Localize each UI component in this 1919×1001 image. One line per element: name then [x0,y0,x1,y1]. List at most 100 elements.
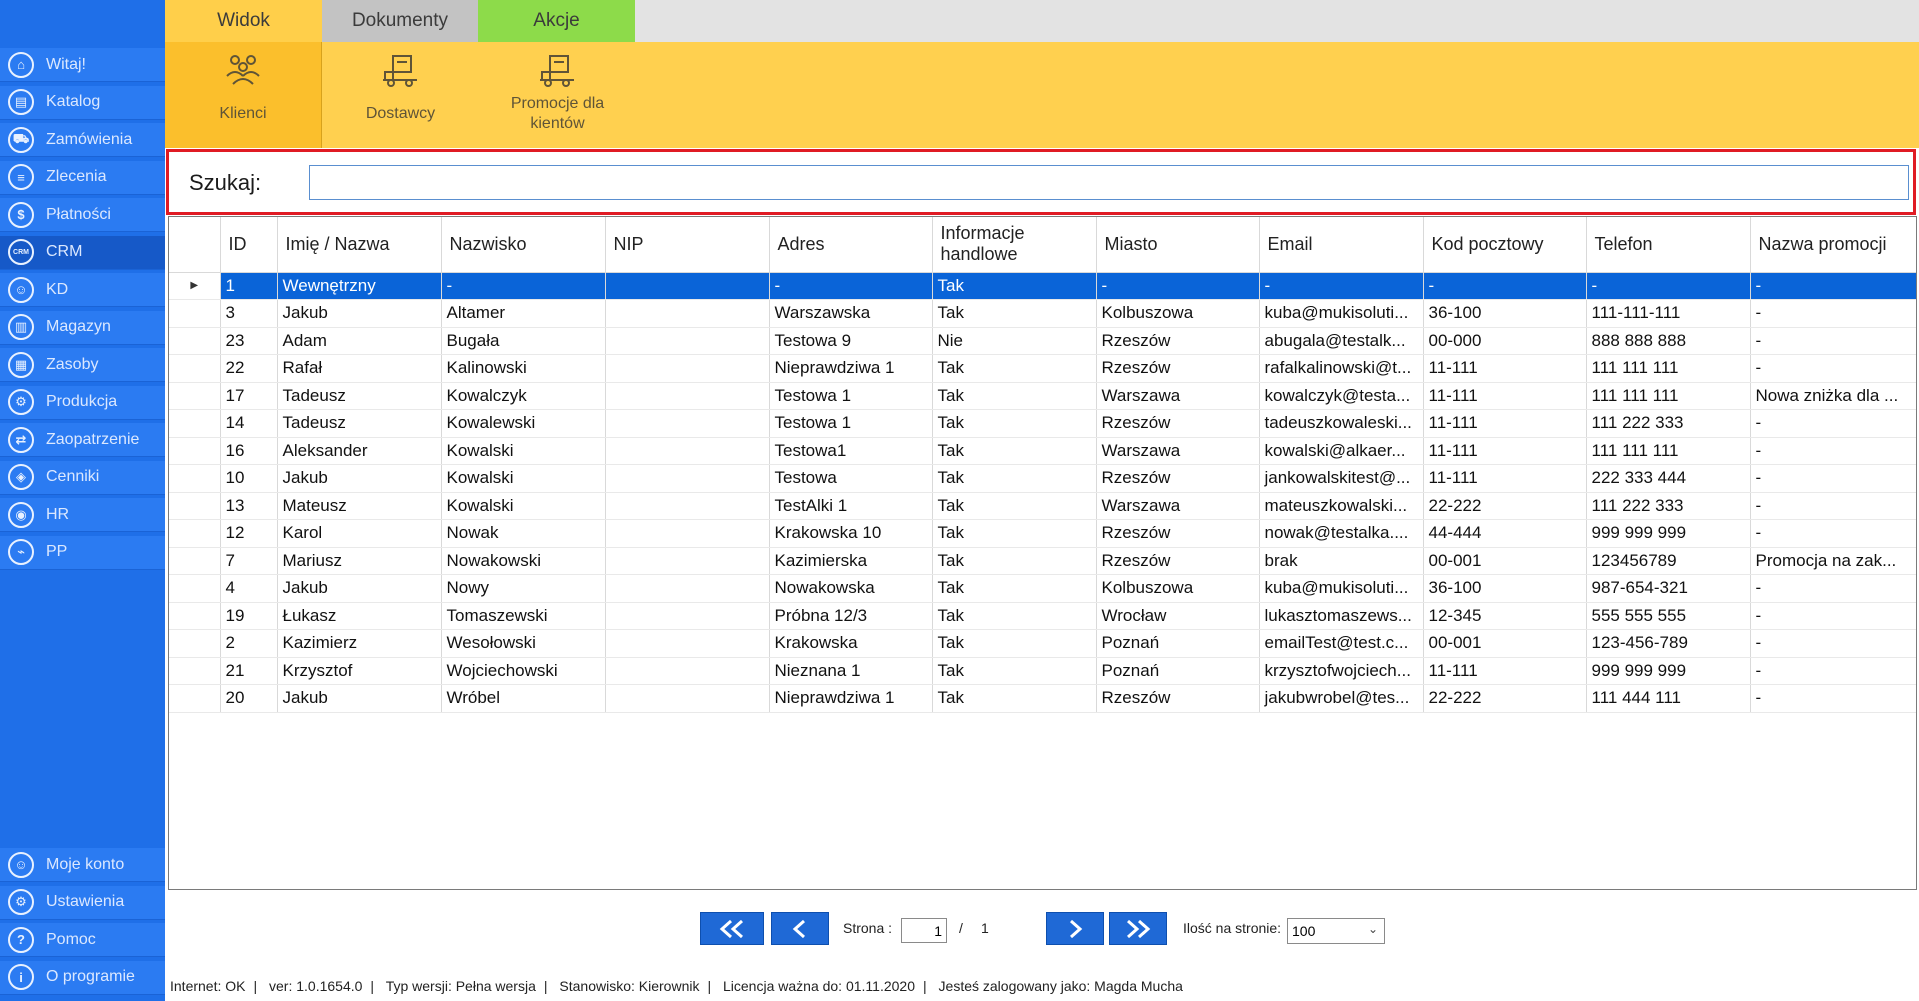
sidebar-item-magazyn[interactable]: ▥ Magazyn [0,310,165,345]
search-label: Szukaj: [189,170,262,195]
table-cell: 00-001 [1423,629,1587,658]
table-row[interactable]: 16 Aleksander Kowalski Testowa1 Tak Warszawa k… [169,437,1916,465]
first-page-button[interactable] [700,912,764,945]
row-indicator[interactable] [169,382,221,410]
last-page-button[interactable] [1109,912,1167,945]
tab-widok[interactable]: Widok [165,0,322,42]
table-cell: Tak [932,629,1097,658]
sidebar-item-moje-konto[interactable]: ☺ Moje konto [0,848,165,882]
row-indicator[interactable] [169,327,221,355]
sidebar-item-zasoby[interactable]: ▦ Zasoby [0,348,165,382]
promo-truck-icon [539,55,574,87]
table-cell: 111 222 333 [1586,492,1751,520]
row-indicator[interactable] [169,299,221,328]
table-cell: 36-100 [1423,574,1587,603]
column-header[interactable]: Miasto [1096,217,1260,273]
search-input[interactable] [309,165,1909,200]
next-page-button[interactable] [1046,912,1104,945]
dostawcy-button[interactable]: Dostawcy [322,42,479,148]
row-indicator[interactable] [169,547,221,575]
sidebar-item-hr[interactable]: ◉ HR [0,498,165,532]
dollar-icon: $ [8,201,34,228]
row-indicator[interactable] [169,657,221,685]
table-cell [605,574,770,603]
klienci-button[interactable]: Klienci [165,42,322,148]
sidebar-item-zamówienia[interactable]: ⛟ Zamówienia [0,123,165,157]
table-row[interactable]: 4 Jakub Nowy Nowakowska Tak Kolbuszowa kuba@mu… [169,574,1916,603]
sidebar-item-płatności[interactable]: $ Płatności [0,198,165,232]
row-indicator[interactable] [169,519,221,548]
sidebar-item-kd[interactable]: ☺ KD [0,273,165,307]
row-indicator[interactable] [169,464,221,493]
column-header[interactable]: Adres [769,217,933,273]
table-row[interactable]: 12 Karol Nowak Krakowska 10 Tak Rzeszów nowak@… [169,519,1916,548]
table-row[interactable]: 3 Jakub Altamer Warszawska Tak Kolbuszowa kuba… [169,299,1916,328]
row-indicator[interactable] [169,574,221,603]
row-indicator[interactable] [169,492,221,520]
table-cell [605,464,770,493]
table-cell: Tak [932,409,1097,438]
table-row[interactable]: 2 Kazimierz Wesołowski Krakowska Tak Poznań em… [169,629,1916,658]
column-header[interactable]: Email [1259,217,1424,273]
column-header[interactable]: NIP [605,217,770,273]
row-indicator[interactable] [169,354,221,383]
sidebar-item-zaopatrzenie[interactable]: ⇄ Zaopatrzenie [0,423,165,457]
row-indicator[interactable] [169,684,221,713]
table-cell: 00-000 [1423,327,1587,355]
table-cell [605,409,770,438]
table-row[interactable]: 20 Jakub Wróbel Nieprawdziwa 1 Tak Rzeszów jak… [169,684,1916,713]
sidebar-item-o-programie[interactable]: i O programie [0,960,165,995]
sidebar-item-pp[interactable]: ⌁ PP [0,535,165,570]
tab-akcje[interactable]: Akcje [478,0,635,42]
table-cell: abugala@testalk... [1259,327,1424,355]
table-row[interactable]: 22 Rafał Kalinowski Nieprawdziwa 1 Tak Rzeszó… [169,354,1916,383]
chevron-right-icon [1070,919,1083,938]
column-header[interactable]: Telefon [1586,217,1751,273]
table-cell: Warszawa [1096,492,1260,520]
table-cell [605,657,770,685]
sidebar-item-label: CRM [46,243,83,260]
tab-dokumenty[interactable]: Dokumenty [322,0,478,42]
table-cell: 44-444 [1423,519,1587,548]
table-row[interactable]: 21 Krzysztof Wojciechowski Nieznana 1 Tak Poz… [169,657,1916,685]
row-indicator[interactable] [169,602,221,630]
table-row[interactable]: 23 Adam Bugała Testowa 9 Nie Rzeszów abugala@t… [169,327,1916,355]
row-indicator[interactable] [169,409,221,438]
table-cell: Testowa 1 [769,382,933,410]
promocje-button[interactable]: Promocje dla kientów [479,42,636,148]
sidebar-item-katalog[interactable]: ▤ Katalog [0,85,165,120]
table-row[interactable]: 10 Jakub Kowalski Testowa Tak Rzeszów jankowal… [169,464,1916,493]
sidebar-item-crm[interactable]: CRM CRM [0,235,165,270]
table-row[interactable]: 7 Mariusz Nowakowski Kazimierska Tak Rzeszów b… [169,547,1916,575]
per-page-select[interactable]: 100 ⌄ [1287,918,1385,944]
table-row[interactable]: 13 Mateusz Kowalski TestAlki 1 Tak Warszawa ma… [169,492,1916,520]
row-indicator[interactable] [169,437,221,465]
table-row[interactable]: 14 Tadeusz Kowalewski Testowa 1 Tak Rzeszów ta… [169,409,1916,438]
table-cell: 10 [220,464,278,493]
column-header[interactable]: Kod pocztowy [1423,217,1587,273]
table-cell: 16 [220,437,278,465]
column-header[interactable]: Imię / Nazwa [277,217,442,273]
column-header[interactable]: Informacje handlowe [932,217,1097,273]
sidebar-item-witaj![interactable]: ⌂ Witaj! [0,48,165,82]
table-row[interactable]: 17 Tadeusz Kowalczyk Testowa 1 Tak Warszawa ko… [169,382,1916,410]
table-row[interactable]: 19 Łukasz Tomaszewski Próbna 12/3 Tak Wrocław… [169,602,1916,630]
table-cell: nowak@testalka.... [1259,519,1424,548]
sidebar-item-ustawienia[interactable]: ⚙ Ustawienia [0,885,165,920]
sidebar-item-produkcja[interactable]: ⚙ Produkcja [0,385,165,420]
table-cell: 111 111 111 [1586,354,1751,383]
current-row-arrow-icon[interactable]: ▶ [169,272,221,300]
table-cell: Promocja na zak... [1750,547,1916,575]
crm-icon: CRM [8,239,34,265]
sidebar-item-zlecenia[interactable]: ≡ Zlecenia [0,160,165,195]
prev-page-button[interactable] [771,912,829,945]
sidebar-item-cenniki[interactable]: ◈ Cenniki [0,460,165,495]
column-header[interactable]: Nazwisko [441,217,606,273]
sidebar-item-pomoc[interactable]: ? Pomoc [0,923,165,957]
column-header[interactable]: ID [220,217,278,273]
page-number-input[interactable] [901,918,947,943]
table-row[interactable]: ▶ 1 Wewnętrzny - - Tak - - - - - [169,272,1916,300]
row-indicator[interactable] [169,629,221,658]
column-header[interactable]: Nazwa promocji [1750,217,1916,273]
list-icon: ≡ [8,164,34,190]
